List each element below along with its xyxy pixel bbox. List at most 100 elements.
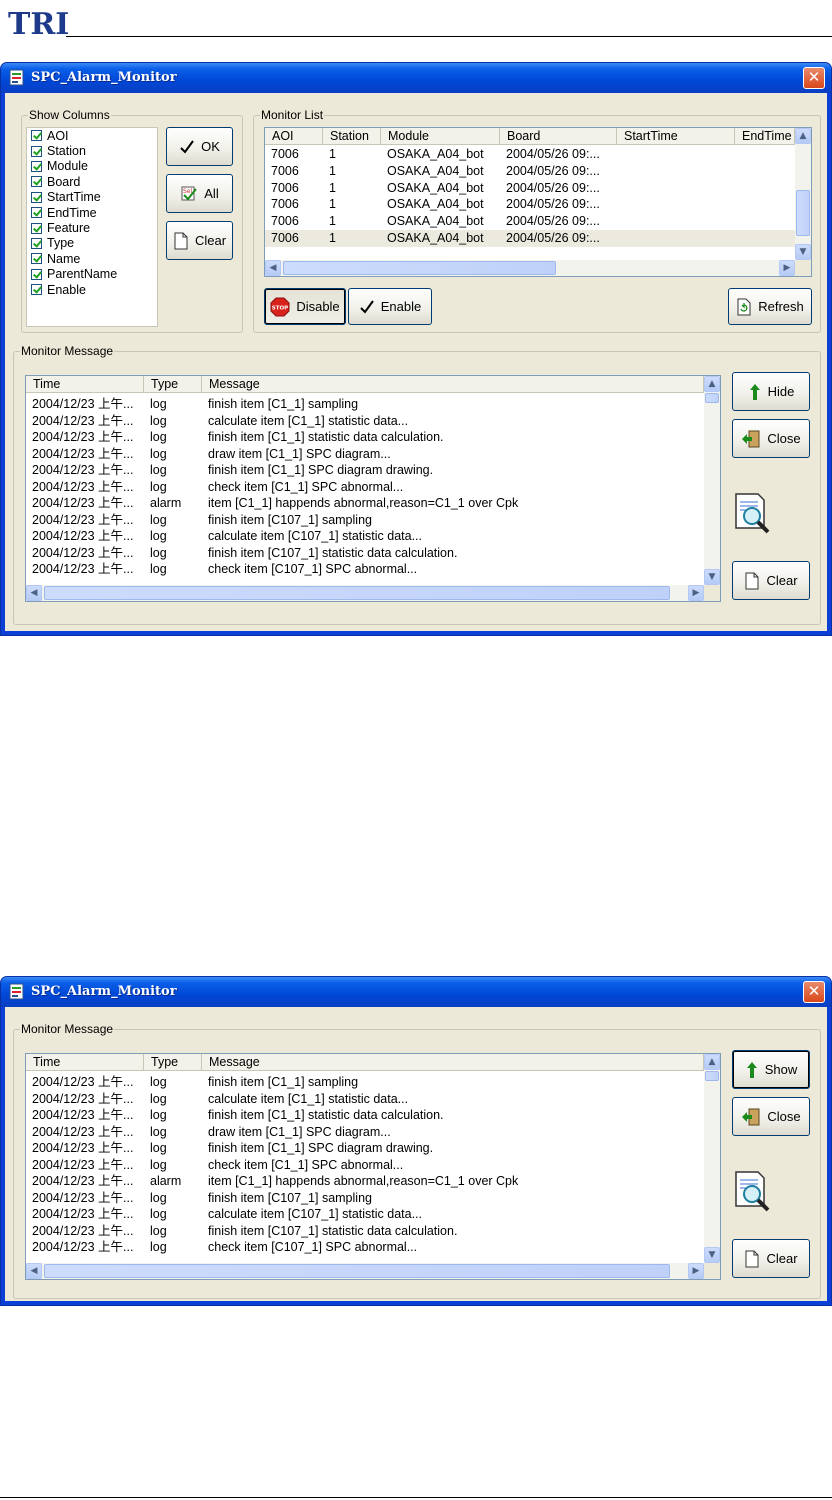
column-header-board[interactable]: Board [500,128,617,145]
show-button[interactable]: Show [732,1050,810,1089]
table-row[interactable]: 7006 1 OSAKA_A04_bot 2004/05/26 09:... [265,146,795,163]
checkbox-checked-icon[interactable] [31,130,42,142]
list-item[interactable]: 2004/12/23 上午... log finish item [C107_1] … [26,1190,704,1207]
scroll-thumb[interactable] [44,586,670,600]
checkbox-checked-icon[interactable] [31,237,42,249]
list-item[interactable]: 2004/12/23 上午... log check item [C107_1] S… [26,1239,704,1256]
list-item[interactable]: 2004/12/23 上午... log finish item [C1_1] st… [26,429,704,446]
close-button[interactable]: Close [732,419,810,458]
hide-button[interactable]: Hide [732,372,810,411]
scroll-thumb[interactable] [44,1264,670,1278]
message-hscrollbar[interactable]: ◀ ▶ [26,585,704,601]
clear-message-button[interactable]: Clear [732,1239,810,1278]
list-item[interactable]: 2004/12/23 上午... log finish item [C1_1] sa… [26,1074,704,1091]
column-header-message[interactable]: Message [202,376,704,393]
list-item[interactable]: 2004/12/23 上午... log check item [C107_1] S… [26,561,704,578]
table-row[interactable]: 7006 1 OSAKA_A04_bot 2004/05/26 09:... [265,213,795,230]
table-row[interactable]: 7006 1 OSAKA_A04_bot 2004/05/26 09:... [265,180,795,197]
column-header-aoi[interactable]: AOI [265,128,323,145]
checkbox-checked-icon[interactable] [31,176,42,188]
clear-message-button[interactable]: Clear [732,561,810,600]
list-item[interactable]: 2004/12/23 上午... log finish item [C107_1] … [26,545,704,562]
all-button[interactable]: Sel All [166,174,233,213]
scroll-up-arrow-icon[interactable]: ▲ [795,128,811,144]
column-checkbox-board[interactable]: Board [27,174,157,189]
scroll-right-arrow-icon[interactable]: ▶ [688,585,704,601]
column-checkbox-parentname[interactable]: ParentName [27,267,157,282]
column-checkbox-station[interactable]: Station [27,143,157,158]
column-header-time[interactable]: Time [26,376,144,393]
scroll-right-arrow-icon[interactable]: ▶ [779,260,795,276]
scroll-down-arrow-icon[interactable]: ▼ [704,569,720,585]
checkbox-checked-icon[interactable] [31,191,42,203]
checkbox-checked-icon[interactable] [31,207,42,219]
checkbox-checked-icon[interactable] [31,222,42,234]
list-item[interactable]: 2004/12/23 上午... log calculate item [C1_1]… [26,1091,704,1108]
title-bar[interactable]: SPC_Alarm_Monitor ✕ [1,63,831,93]
list-item[interactable]: 2004/12/23 上午... log finish item [C1_1] sa… [26,396,704,413]
close-window-button[interactable]: ✕ [803,67,825,89]
list-item[interactable]: 2004/12/23 上午... log finish item [C107_1] … [26,1223,704,1240]
column-checkbox-feature[interactable]: Feature [27,220,157,235]
checkbox-checked-icon[interactable] [31,160,42,172]
column-checkbox-module[interactable]: Module [27,159,157,174]
column-header-time[interactable]: Time [26,1054,144,1071]
column-header-message[interactable]: Message [202,1054,704,1071]
monitor-list-view[interactable]: AOI Station Module Board StartTime EndTi… [264,127,812,277]
column-checkbox-enable[interactable]: Enable [27,282,157,297]
checkbox-checked-icon[interactable] [31,268,42,280]
scroll-up-arrow-icon[interactable]: ▲ [704,1054,720,1070]
title-bar[interactable]: SPC_Alarm_Monitor ✕ [1,977,831,1007]
column-checkbox-name[interactable]: Name [27,251,157,266]
clear-columns-button[interactable]: Clear [166,221,233,260]
list-item[interactable]: 2004/12/23 上午... log calculate item [C107_… [26,1206,704,1223]
enable-button[interactable]: Enable [348,288,432,325]
list-item[interactable]: 2004/12/23 上午... log finish item [C107_1] … [26,512,704,529]
list-item[interactable]: 2004/12/23 上午... alarm item [C1_1] happend… [26,1173,704,1190]
column-header-station[interactable]: Station [323,128,381,145]
list-item[interactable]: 2004/12/23 上午... log finish item [C1_1] SP… [26,1140,704,1157]
scroll-thumb[interactable] [283,261,556,275]
scroll-down-arrow-icon[interactable]: ▼ [795,244,811,260]
list-item[interactable]: 2004/12/23 上午... log draw item [C1_1] SPC … [26,1124,704,1141]
column-checkbox-aoi[interactable]: AOI [27,128,157,143]
list-item[interactable]: 2004/12/23 上午... log calculate item [C1_1]… [26,413,704,430]
scroll-down-arrow-icon[interactable]: ▼ [704,1247,720,1263]
message-hscrollbar[interactable]: ◀ ▶ [26,1263,704,1279]
scroll-left-arrow-icon[interactable]: ◀ [26,1263,42,1279]
scroll-left-arrow-icon[interactable]: ◀ [26,585,42,601]
monitor-message-list[interactable]: Time Type Message 2004/12/23 上午... log finish… [25,1053,721,1280]
column-header-type[interactable]: Type [144,1054,202,1071]
list-item[interactable]: 2004/12/23 上午... log calculate item [C107_… [26,528,704,545]
list-item[interactable]: 2004/12/23 上午... alarm item [C1_1] happend… [26,495,704,512]
close-window-button[interactable]: ✕ [803,981,825,1003]
list-item[interactable]: 2004/12/23 上午... log draw item [C1_1] SPC … [26,446,704,463]
column-header-type[interactable]: Type [144,376,202,393]
scroll-right-arrow-icon[interactable]: ▶ [688,1263,704,1279]
scroll-thumb[interactable] [796,190,810,236]
list-item[interactable]: 2004/12/23 上午... log finish item [C1_1] st… [26,1107,704,1124]
ok-button[interactable]: OK [166,127,233,166]
table-row[interactable]: 7006 1 OSAKA_A04_bot 2004/05/26 09:... [265,163,795,180]
monitor-message-list[interactable]: Time Type Message 2004/12/23 上午... log finish… [25,375,721,602]
scroll-up-arrow-icon[interactable]: ▲ [704,376,720,392]
close-button[interactable]: Close [732,1097,810,1136]
column-checkbox-starttime[interactable]: StartTime [27,190,157,205]
scroll-left-arrow-icon[interactable]: ◀ [265,260,281,276]
table-row[interactable]: 7006 1 OSAKA_A04_bot 2004/05/26 09:... [265,196,795,213]
message-vscrollbar[interactable]: ▲ ▼ [704,376,720,585]
column-header-endtime[interactable]: EndTime [735,128,795,145]
checkbox-checked-icon[interactable] [31,253,42,265]
list-item[interactable]: 2004/12/23 上午... log check item [C1_1] SPC… [26,1157,704,1174]
column-header-module[interactable]: Module [381,128,500,145]
disable-button[interactable]: STOP Disable [264,288,346,325]
list-item[interactable]: 2004/12/23 上午... log finish item [C1_1] SP… [26,462,704,479]
refresh-button[interactable]: Refresh [728,288,812,325]
scroll-thumb[interactable] [705,393,719,403]
message-vscrollbar[interactable]: ▲ ▼ [704,1054,720,1263]
scroll-thumb[interactable] [705,1071,719,1081]
checkbox-checked-icon[interactable] [31,284,42,296]
column-header-starttime[interactable]: StartTime [617,128,735,145]
list-item[interactable]: 2004/12/23 上午... log check item [C1_1] SPC… [26,479,704,496]
table-row[interactable]: 7006 1 OSAKA_A04_bot 2004/05/26 09:... [265,230,795,247]
